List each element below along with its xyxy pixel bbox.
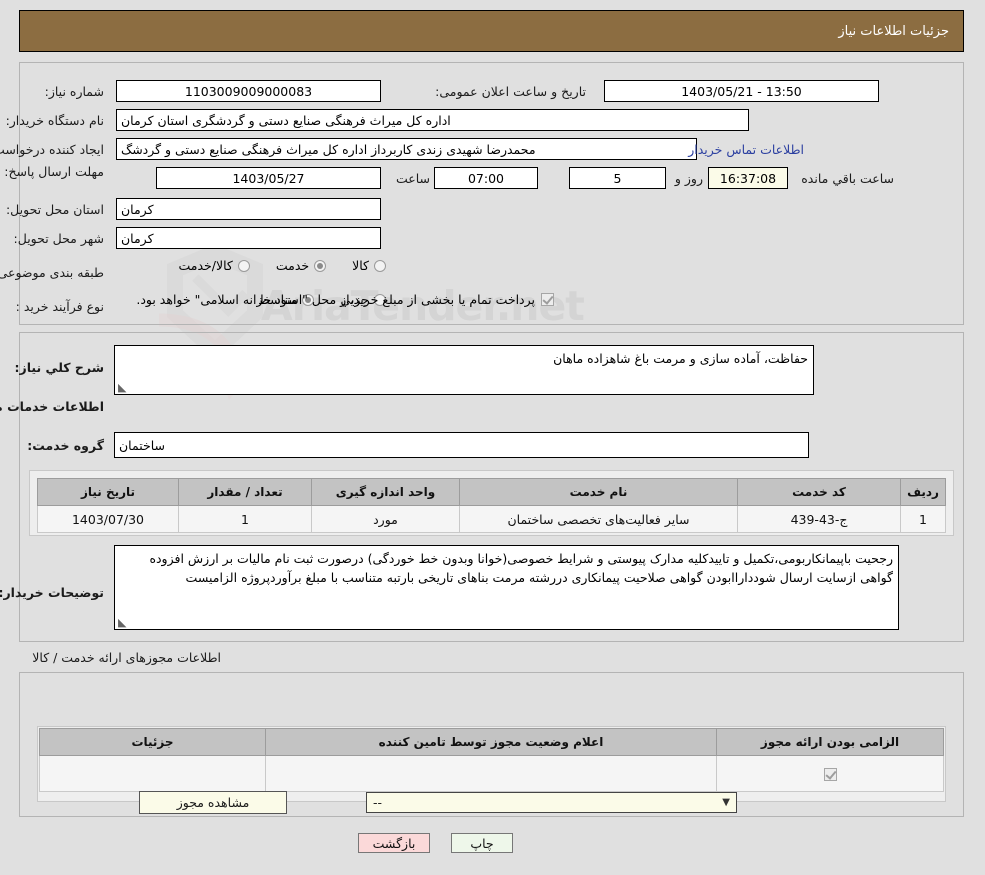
table-row: 1 ج-43-439 سایر فعالیت‌های تخصصی ساختمان… — [38, 505, 947, 533]
table-row — [40, 755, 945, 792]
permits-section-title: اطلاعات مجوزهای ارائه خدمت / کالا — [33, 650, 222, 665]
col-quantity: تعداد / مقدار — [179, 478, 313, 506]
col-unit: واحد اندازه گیری — [312, 478, 461, 506]
col-permit-details: جزئیات — [40, 728, 267, 756]
remaining-time-label: ساعت باقي مانده — [802, 171, 895, 186]
col-need-date: تاریخ نیاز — [38, 478, 180, 506]
radio-icon[interactable] — [375, 259, 387, 272]
buyer-notes-label: توضیحات خریدار: — [0, 585, 105, 600]
category-option-label: کالا/خدمت — [179, 258, 234, 273]
process-label: نوع فرآیند خرید : — [16, 299, 105, 314]
permits-table: الزامی بودن ارائه مجوز اعلام وضعیت مجوز … — [40, 728, 945, 792]
category-option-khedmat[interactable]: خدمت — [276, 258, 328, 273]
page-title: جزئیات اطلاعات نیاز — [20, 10, 965, 52]
permit-status-select[interactable]: ▼ -- — [367, 792, 738, 813]
remaining-days-field[interactable]: 5 — [570, 167, 667, 189]
deadline-label: مهلت ارسال پاسخ: تا تاریخ: — [0, 164, 105, 180]
need-desc-label: شرح كلي نیاز: — [15, 360, 105, 375]
permits-table-header-row: الزامی بودن ارائه مجوز اعلام وضعیت مجوز … — [40, 728, 945, 756]
need-desc-textarea[interactable]: حفاظت، آماده سازی و مرمت باغ شاهزاده ماه… — [115, 345, 815, 395]
category-label: طبقه بندی موضوعی: — [0, 265, 105, 280]
category-radio-group: کالا خدمت کالا/خدمت — [153, 258, 387, 273]
cell-row: 1 — [901, 505, 947, 533]
remaining-days-label: روز و — [675, 171, 704, 186]
cell-permit-status — [266, 755, 718, 792]
buyer-contact-link[interactable]: اطلاعات تماس خریدار — [689, 142, 805, 157]
permit-status-value: -- — [374, 795, 384, 810]
buyer-notes-text: رجحیت باپیمانکاربومی،تکمیل و تاییدکلیه م… — [150, 551, 894, 585]
cell-permit-details — [40, 755, 267, 792]
need-number-field[interactable]: 1103009009000083 — [117, 80, 382, 102]
page-title-text: جزئیات اطلاعات نیاز — [839, 23, 950, 39]
need-number-label: شماره نیاز: — [45, 84, 105, 99]
col-row: ردیف — [901, 478, 947, 506]
category-option-label: خدمت — [276, 258, 311, 273]
col-permit-status: اعلام وضعیت مجوز توسط تامین کننده — [266, 728, 718, 756]
resize-grip-icon[interactable]: ◢ — [119, 616, 129, 629]
resize-grip-icon[interactable]: ◢ — [119, 381, 129, 394]
buyer-org-field[interactable]: اداره کل میراث فرهنگی صنایع دستی و گردشگ… — [117, 109, 750, 131]
deadline-hour-field[interactable]: 07:00 — [435, 167, 539, 189]
cell-service-code: ج-43-439 — [738, 505, 902, 533]
requester-field[interactable]: محمدرضا شهیدی زندی کاربرداز اداره کل میر… — [117, 138, 698, 160]
category-option-kala-khedmat[interactable]: کالا/خدمت — [179, 258, 251, 273]
radio-icon[interactable] — [315, 259, 328, 272]
back-button[interactable]: بازگشت — [359, 833, 431, 853]
category-option-kala[interactable]: کالا — [353, 258, 387, 273]
cell-need-date: 1403/07/30 — [38, 505, 180, 533]
treasury-note-label: پرداخت تمام یا بخشی از مبلغ خرید،از محل … — [137, 292, 536, 307]
cell-quantity: 1 — [179, 505, 313, 533]
announce-datetime-field[interactable]: 1403/05/21 - 13:50 — [605, 80, 880, 102]
city-field[interactable]: کرمان — [117, 227, 382, 249]
remaining-time-field: 16:37:08 — [709, 167, 789, 189]
requester-label: ایجاد کننده درخواست: — [0, 142, 105, 157]
col-service-code: کد خدمت — [738, 478, 902, 506]
cell-permit-required — [717, 755, 945, 792]
treasury-checkbox-row[interactable]: پرداخت تمام یا بخشی از مبلغ خرید،از محل … — [137, 292, 555, 307]
checkbox-icon[interactable] — [542, 293, 555, 306]
deadline-label-text: مهلت ارسال پاسخ: تا تاریخ: — [0, 164, 105, 179]
province-field[interactable]: کرمان — [117, 198, 382, 220]
buyer-org-label: نام دستگاه خریدار: — [6, 113, 105, 128]
treasury-note-group: پرداخت تمام یا بخشی از مبلغ خرید،از محل … — [137, 292, 555, 307]
chevron-down-icon: ▼ — [723, 797, 731, 808]
col-service-name: نام خدمت — [460, 478, 739, 506]
checkbox-icon — [824, 768, 838, 781]
view-permit-button[interactable]: مشاهده مجوز — [140, 791, 288, 814]
province-label: استان محل تحویل: — [6, 202, 105, 217]
service-group-label: گروه خدمت: — [28, 438, 105, 453]
radio-icon[interactable] — [238, 259, 251, 272]
cell-service-name: سایر فعالیت‌های تخصصی ساختمان — [460, 505, 739, 533]
service-group-field[interactable]: ساختمان — [115, 432, 810, 458]
announce-datetime-label: تاریخ و ساعت اعلان عمومی: — [436, 84, 587, 99]
col-permit-required: الزامی بودن ارائه مجوز — [717, 728, 945, 756]
cell-unit: مورد — [312, 505, 461, 533]
category-option-label: کالا — [353, 258, 370, 273]
services-table-header-row: ردیف کد خدمت نام خدمت واحد اندازه گیری ت… — [38, 478, 947, 506]
deadline-date-field[interactable]: 1403/05/27 — [157, 167, 382, 189]
deadline-hour-label: ساعت — [396, 171, 431, 186]
print-button[interactable]: چاپ — [452, 833, 514, 853]
need-desc-text: حفاظت، آماده سازی و مرمت باغ شاهزاده ماه… — [554, 351, 809, 366]
city-label: شهر محل تحویل: — [14, 231, 105, 246]
services-table: ردیف کد خدمت نام خدمت واحد اندازه گیری ت… — [38, 478, 947, 533]
services-section-title: اطلاعات خدمات مورد نیاز — [0, 399, 105, 414]
buyer-notes-textarea[interactable]: رجحیت باپیمانکاربومی،تکمیل و تاییدکلیه م… — [115, 545, 900, 630]
